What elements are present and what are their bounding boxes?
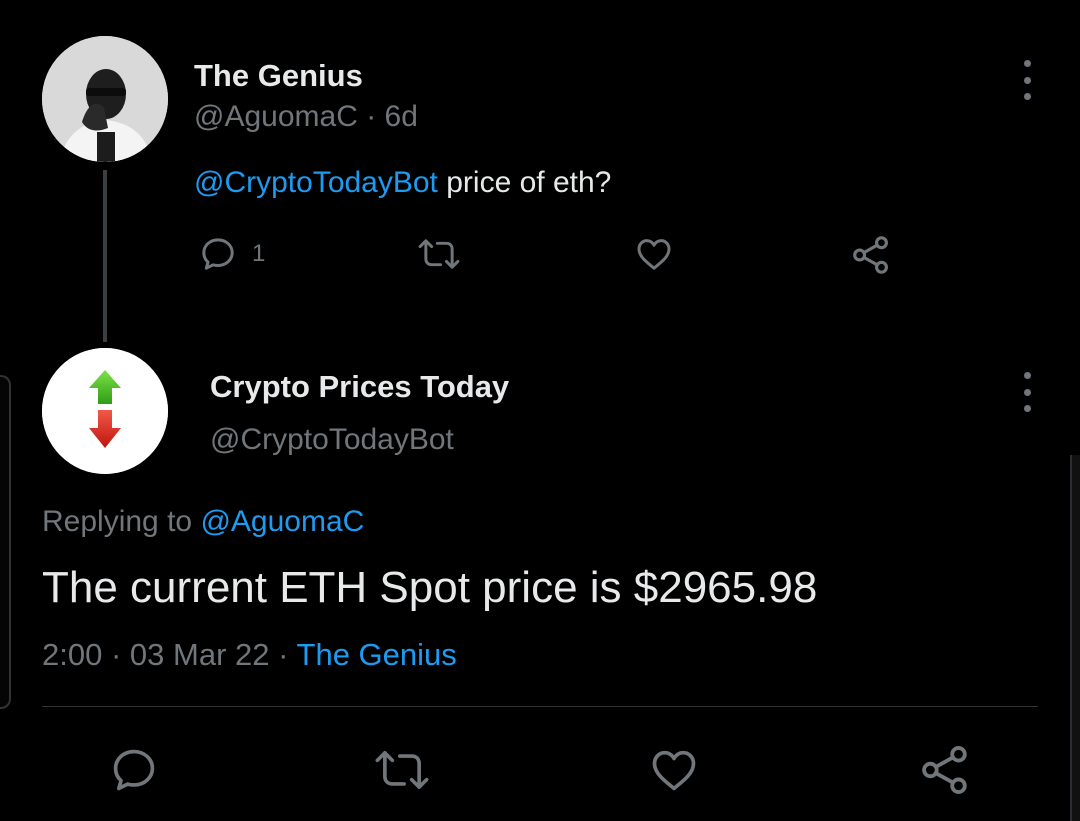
tweet-timestamp: 2:00 · 03 Mar 22 · The Genius [42,637,457,673]
author-name[interactable]: The Genius [194,58,363,94]
reply-button[interactable]: 1 [198,234,265,274]
via-link[interactable]: The Genius [297,637,457,672]
retweet-button[interactable] [416,234,462,274]
avatar[interactable] [42,348,168,474]
share-button[interactable] [850,234,892,276]
tweet-text: @CryptoTodayBot price of eth? [194,166,611,200]
retweet-icon [418,239,460,269]
tweet-date: 03 Mar 22 [129,637,270,672]
more-icon [1023,60,1031,67]
up-down-arrows-logo [42,348,168,474]
mention-link[interactable]: @CryptoTodayBot [194,166,438,199]
author-meta: @AguomaC · 6d [194,100,418,134]
profile-photo [42,36,168,162]
meta-separator: · [278,637,289,672]
tweet-age[interactable]: 6d [385,100,418,133]
author-handle[interactable]: @AguomaC [194,100,358,133]
thread-connector-line [103,170,107,342]
share-icon [922,746,967,794]
tweet-text: The current ETH Spot price is $2965.98 [42,563,818,612]
reply-icon [202,238,234,270]
replying-to-line: Replying to @AguomaC [42,505,364,539]
share-button[interactable] [918,742,972,798]
reply-icon [113,749,155,791]
side-panel-edge [0,375,11,709]
reply-button[interactable] [108,744,160,796]
like-button[interactable] [648,744,700,796]
tweet-time: 2:00 [42,637,103,672]
scrollbar[interactable] [1070,455,1080,821]
author-name[interactable]: Crypto Prices Today [210,369,509,405]
more-options-button[interactable] [1012,372,1042,412]
meta-separator: · [110,637,122,672]
replying-prefix: Replying to [42,505,201,538]
author-handle[interactable]: @CryptoTodayBot [210,423,454,457]
like-icon [652,750,696,791]
replying-to-link[interactable]: @AguomaC [200,505,364,538]
like-icon [637,239,671,270]
share-icon [853,236,888,274]
meta-separator: · [366,100,377,133]
reply-count: 1 [252,240,266,267]
more-options-button[interactable] [1012,60,1042,100]
avatar[interactable] [42,36,168,162]
tweet-body: price of eth? [437,166,612,199]
retweet-icon [375,751,429,789]
more-icon [1023,372,1031,379]
like-button[interactable] [634,234,674,274]
divider [42,706,1038,707]
retweet-button[interactable] [372,744,432,796]
